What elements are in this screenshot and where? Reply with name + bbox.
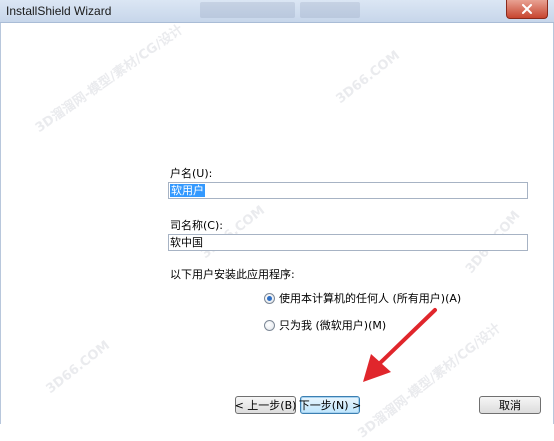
window-title: InstallShield Wizard — [6, 4, 112, 18]
close-button[interactable] — [506, 0, 548, 19]
organization-value: 软中国 — [170, 236, 203, 249]
next-button[interactable]: 下一步(N) > — [299, 396, 361, 414]
back-button[interactable]: < 上一步(B) — [235, 396, 296, 414]
radio-all-users-label: 使用本计算机的任何人 (所有用户)(A) — [279, 292, 462, 305]
title-bar-reflection — [300, 2, 360, 18]
radio-button[interactable] — [264, 319, 275, 331]
title-bar-reflection — [200, 2, 295, 18]
radio-selected-dot — [267, 295, 272, 301]
wizard-body — [0, 23, 554, 424]
title-bar: InstallShield Wizard — [0, 0, 554, 23]
organization-label: 司名称(C): — [170, 219, 223, 232]
username-label: 户名(U): — [170, 167, 213, 180]
radio-button[interactable] — [264, 292, 275, 304]
install-for-label: 以下用户安装此应用程序: — [170, 268, 295, 281]
close-icon — [522, 4, 532, 14]
organization-input[interactable]: 软中国 — [168, 234, 528, 251]
username-value: 软用户 — [170, 184, 205, 197]
radio-only-me-label: 只为我 (微软用户)(M) — [279, 319, 387, 332]
cancel-button[interactable]: 取消 — [479, 396, 541, 414]
radio-all-users[interactable]: 使用本计算机的任何人 (所有用户)(A) — [264, 290, 461, 306]
window-border — [0, 23, 1, 424]
username-input[interactable]: 软用户 — [168, 182, 528, 199]
radio-only-me[interactable]: 只为我 (微软用户)(M) — [264, 317, 386, 333]
